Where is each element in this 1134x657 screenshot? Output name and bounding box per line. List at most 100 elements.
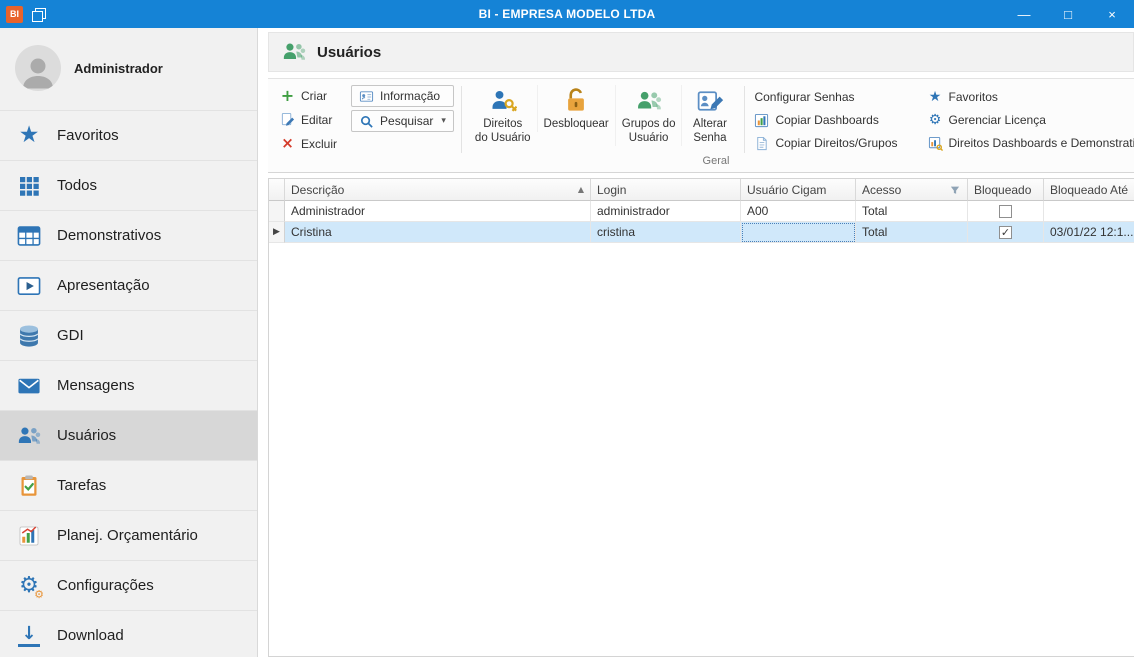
direitos-usuario-button[interactable]: Direitos do Usuário (469, 85, 537, 146)
grupos-usuario-button[interactable]: Grupos do Usuário (614, 85, 682, 146)
desbloquear-button[interactable]: Desbloquear (536, 85, 615, 132)
sidebar-item-tarefas[interactable]: Tarefas (0, 460, 257, 510)
sidebar-item-apresentacao[interactable]: Apresentação (0, 260, 257, 310)
sidebar-item-label: Favoritos (57, 127, 119, 144)
cell-login[interactable]: administrador (591, 201, 741, 222)
table-icon (16, 223, 42, 249)
copiar-dashboards-button[interactable]: Copiar Dashboards (752, 110, 899, 130)
column-header-login[interactable]: Login (591, 179, 741, 201)
sidebar-item-usuarios[interactable]: Usuários (0, 410, 257, 460)
sidebar-item-label: Configurações (57, 577, 154, 594)
cell-usuario-cigam[interactable]: A00 (741, 201, 856, 222)
column-label: Descrição (291, 182, 345, 197)
group-caption-geral: Geral (702, 155, 730, 167)
cell-descricao[interactable]: Administrador (285, 201, 591, 222)
ribbon: + Criar Editar × Excluir Informação Pesq… (268, 78, 1134, 173)
page-title: Usuários (317, 43, 382, 61)
criar-button[interactable]: + Criar (276, 85, 341, 106)
users-grid: Descrição ▲ Login Usuário Cigam Acesso B… (268, 178, 1134, 657)
chart-icon (16, 523, 42, 549)
person-icon (18, 51, 58, 91)
sidebar-item-planejamento[interactable]: Planej. Orçamentário (0, 510, 257, 560)
gerenciar-licenca-button[interactable]: ⚙ Gerenciar Licença (926, 110, 1134, 130)
database-icon (16, 323, 42, 349)
informacao-label: Informação (380, 89, 441, 103)
separator (460, 86, 462, 153)
row-selector-current[interactable]: ▶ (269, 222, 285, 243)
cell-usuario-cigam-focused[interactable] (741, 222, 856, 243)
gerenciar-licenca-label: Gerenciar Licença (948, 113, 1046, 127)
users-group-icon (635, 87, 663, 115)
configurar-senhas-button[interactable]: Configurar Senhas (752, 87, 899, 107)
sidebar-item-todos[interactable]: Todos (0, 160, 257, 210)
favoritos-label: Favoritos (948, 90, 998, 104)
configurar-senhas-label: Configurar Senhas (754, 90, 855, 104)
cell-descricao[interactable]: Cristina (285, 222, 591, 243)
pesquisar-label: Pesquisar (380, 114, 434, 128)
download-icon: ↓ (16, 623, 42, 649)
column-label: Login (597, 182, 627, 197)
sidebar: Administrador ★ Favoritos Todos Demonstr… (0, 28, 258, 657)
bloqueado-checkbox[interactable] (999, 204, 1012, 218)
sidebar-item-label: Download (57, 627, 124, 644)
favoritos-button[interactable]: ★ Favoritos (926, 87, 1134, 107)
column-header-bloqueado-ate[interactable]: Bloqueado Até (1044, 179, 1134, 201)
sidebar-item-label: Tarefas (57, 477, 107, 494)
column-label: Acesso (862, 182, 902, 197)
sidebar-item-label: Apresentação (57, 277, 150, 294)
ribbon-group-geral: + Criar Editar × Excluir Informação Pesq… (268, 79, 1134, 172)
copiar-direitos-grupos-button[interactable]: Copiar Direitos/Grupos (752, 133, 899, 153)
editar-button[interactable]: Editar (276, 109, 341, 130)
users-icon (16, 423, 42, 449)
minimize-button[interactable]: — (1002, 0, 1046, 28)
column-header-selector (269, 179, 285, 201)
informacao-button[interactable]: Informação (351, 85, 454, 107)
sidebar-item-configuracoes[interactable]: ⚙ ⚙ Configurações (0, 560, 257, 610)
user-key-icon (489, 87, 517, 115)
sidebar-item-label: GDI (57, 327, 84, 344)
alterar-senha-button[interactable]: Alterar Senha (681, 85, 737, 146)
star-icon: ★ (928, 89, 942, 105)
cell-bloqueado-ate[interactable] (1044, 201, 1134, 222)
direitos-dashboards-button[interactable]: Direitos Dashboards e Demonstrativos (926, 133, 1134, 153)
sidebar-item-favoritos[interactable]: ★ Favoritos (0, 110, 257, 160)
column-header-bloqueado[interactable]: Bloqueado (968, 179, 1044, 201)
table-row: ▶ Cristina cristina Total 03/01/22 12:1.… (269, 222, 1134, 243)
sidebar-item-demonstrativos[interactable]: Demonstrativos (0, 210, 257, 260)
pesquisar-button[interactable]: Pesquisar ▾ (351, 110, 454, 132)
alterar-senha-label: Alterar Senha (693, 118, 727, 144)
separator (744, 86, 746, 153)
criar-label: Criar (301, 88, 327, 103)
column-header-acesso[interactable]: Acesso (856, 179, 968, 201)
star-icon: ★ (18, 122, 40, 148)
edit-page-icon (280, 112, 295, 127)
grid-empty-area (269, 243, 1134, 656)
excluir-button[interactable]: × Excluir (276, 133, 341, 154)
cell-bloqueado[interactable] (968, 222, 1044, 243)
copiar-dashboards-label: Copiar Dashboards (775, 113, 879, 127)
close-button[interactable]: × (1090, 0, 1134, 28)
app-window: BI BI - EMPRESA MODELO LTDA — □ × Admini… (0, 0, 1134, 657)
cell-acesso[interactable]: Total (856, 201, 968, 222)
cell-bloqueado-ate[interactable]: 03/01/22 12:1... (1044, 222, 1134, 243)
sidebar-item-mensagens[interactable]: Mensagens (0, 360, 257, 410)
app-logo: BI (6, 5, 23, 23)
column-header-descricao[interactable]: Descrição ▲ (285, 179, 591, 201)
cell-bloqueado[interactable] (968, 201, 1044, 222)
bloqueado-checkbox[interactable] (999, 225, 1012, 239)
cell-acesso[interactable]: Total (856, 222, 968, 243)
sidebar-item-label: Planej. Orçamentário (57, 527, 198, 544)
desbloquear-label: Desbloquear (543, 118, 609, 130)
editar-label: Editar (301, 112, 333, 127)
titlebar-left: BI (0, 5, 46, 23)
row-selector[interactable] (269, 201, 285, 222)
maximize-button[interactable]: □ (1046, 0, 1090, 28)
filter-icon[interactable] (949, 184, 961, 196)
window-restore-icon[interactable] (32, 7, 46, 22)
cell-login[interactable]: cristina (591, 222, 741, 243)
column-header-usuario-cigam[interactable]: Usuário Cigam (741, 179, 856, 201)
sidebar-item-gdi[interactable]: GDI (0, 310, 257, 360)
unlock-icon (562, 87, 590, 115)
sidebar-item-download[interactable]: ↓ Download (0, 610, 257, 657)
sort-ascending-icon: ▲ (577, 184, 584, 194)
